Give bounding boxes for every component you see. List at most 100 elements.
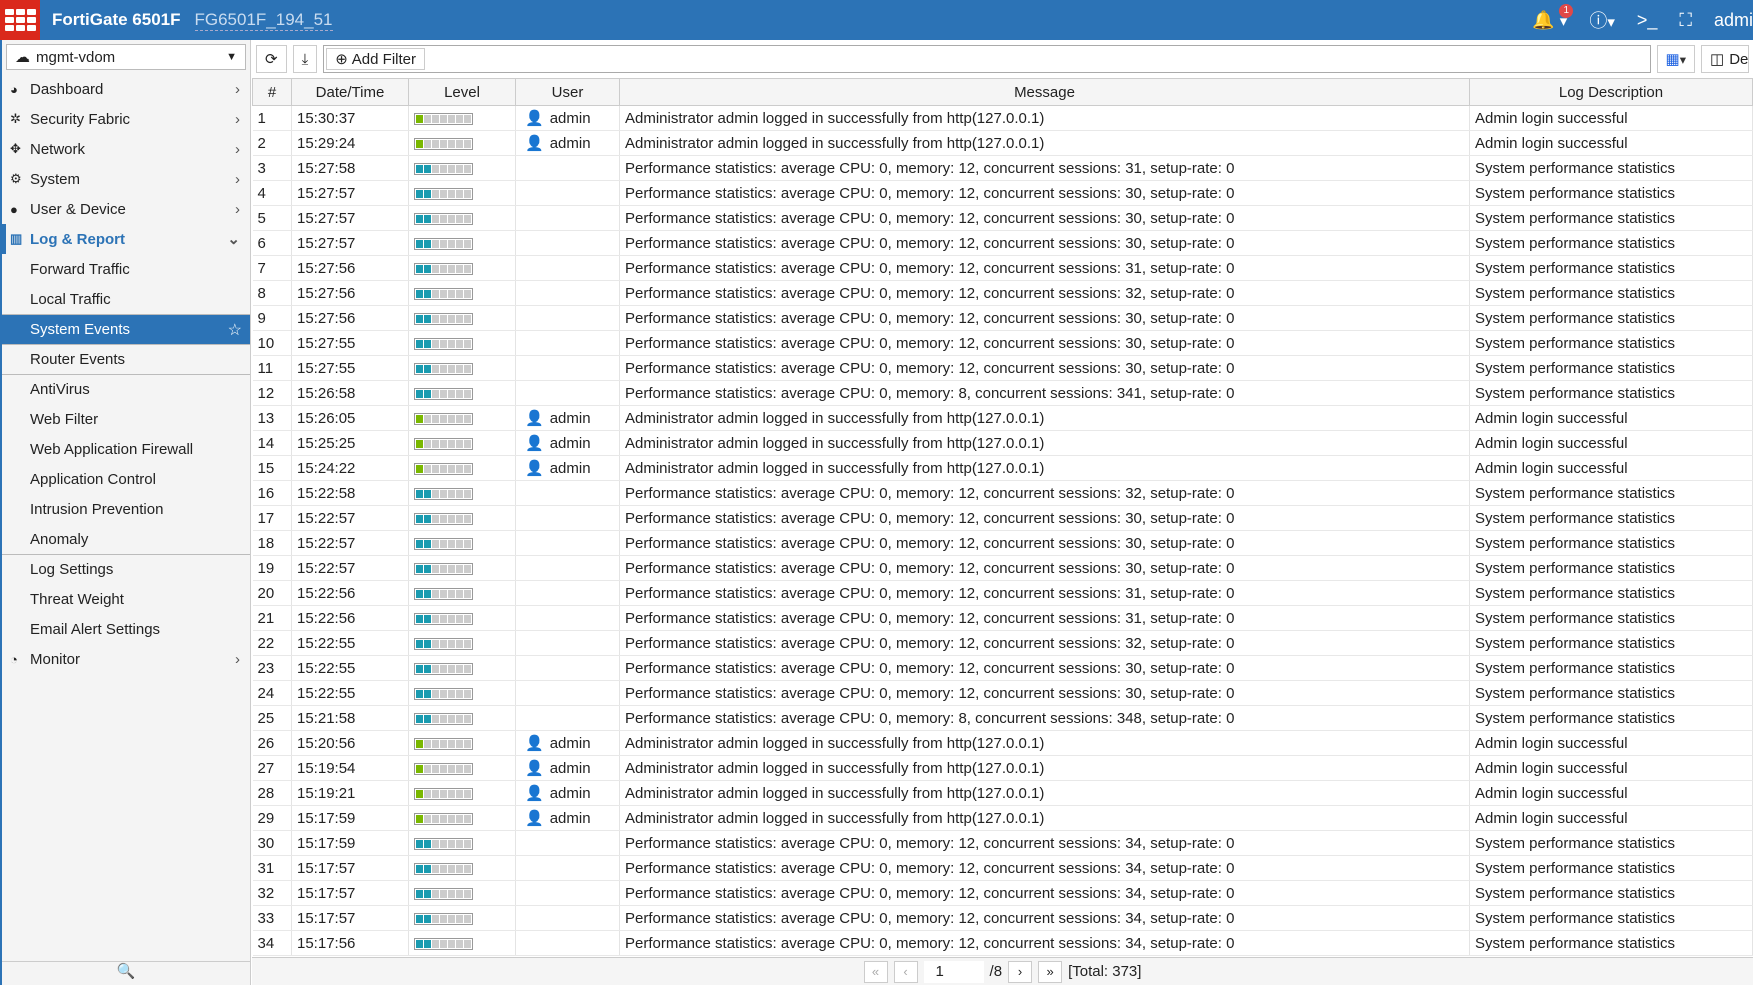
sidebar-item-user-device[interactable]: ● User & Device › xyxy=(2,194,250,224)
prev-page-button[interactable]: ‹ xyxy=(893,960,918,983)
filter-bar[interactable]: ⊕ Add Filter xyxy=(323,45,1651,73)
first-page-button[interactable]: « xyxy=(863,960,888,983)
row-log-description: System performance statistics xyxy=(1469,880,1753,906)
column-header[interactable]: # xyxy=(252,78,292,106)
table-row[interactable]: 29 15:17:59 👤 admin Administrator admin logg… xyxy=(252,805,1753,831)
table-row[interactable]: 1 15:30:37 👤 admin Administrator admin logge… xyxy=(252,105,1753,131)
row-message: Administrator admin logged in successful… xyxy=(619,730,1470,756)
download-button[interactable]: ⤓ xyxy=(292,45,318,73)
table-row[interactable]: 16 15:22:58 Performance statistics: averag… xyxy=(252,480,1753,506)
table-row[interactable]: 34 15:17:56 Performance statistics: averag… xyxy=(252,930,1753,956)
sidebar-subitem-email-alert-settings[interactable]: Email Alert Settings xyxy=(2,614,250,644)
sidebar-subitem-web-filter[interactable]: Web Filter xyxy=(2,404,250,434)
table-row[interactable]: 22 15:22:55 Performance statistics: averag… xyxy=(252,630,1753,656)
row-level xyxy=(408,180,516,206)
table-row[interactable]: 33 15:17:57 Performance statistics: averag… xyxy=(252,905,1753,931)
table-row[interactable]: 21 15:22:56 Performance statistics: averag… xyxy=(252,605,1753,631)
table-row[interactable]: 9 15:27:56 Performance statistics: average… xyxy=(252,305,1753,331)
row-user xyxy=(515,480,620,506)
table-row[interactable]: 5 15:27:57 Performance statistics: average… xyxy=(252,205,1753,231)
table-row[interactable]: 2 15:29:24 👤 admin Administrator admin logge… xyxy=(252,130,1753,156)
table-row[interactable]: 15 15:24:22 👤 admin Administrator admin logg… xyxy=(252,455,1753,481)
sidebar-subitem-intrusion-prevention[interactable]: Intrusion Prevention xyxy=(2,494,250,524)
help-icon[interactable]: ⓘ▾ xyxy=(1589,7,1615,33)
table-row[interactable]: 13 15:26:05 👤 admin Administrator admin logg… xyxy=(252,405,1753,431)
table-row[interactable]: 32 15:17:57 Performance statistics: averag… xyxy=(252,880,1753,906)
user-menu[interactable]: admi xyxy=(1714,10,1753,31)
sidebar-subitem-antivirus[interactable]: AntiVirus xyxy=(2,374,250,404)
table-row[interactable]: 6 15:27:57 Performance statistics: average… xyxy=(252,230,1753,256)
row-message: Performance statistics: average CPU: 0, … xyxy=(619,505,1470,531)
table-row[interactable]: 3 15:27:58 Performance statistics: average… xyxy=(252,155,1753,181)
sidebar-subitem-application-control[interactable]: Application Control xyxy=(2,464,250,494)
table-row[interactable]: 17 15:22:57 Performance statistics: averag… xyxy=(252,505,1753,531)
row-number: 30 xyxy=(252,830,292,856)
row-user xyxy=(515,305,620,331)
table-row[interactable]: 26 15:20:56 👤 admin Administrator admin logg… xyxy=(252,730,1753,756)
table-row[interactable]: 7 15:27:56 Performance statistics: average… xyxy=(252,255,1753,281)
sidebar-item-dashboard[interactable]: ◕ Dashboard › xyxy=(2,74,250,104)
row-user xyxy=(515,280,620,306)
level-bar xyxy=(414,262,473,275)
sidebar-subitem-system-events[interactable]: System Events ☆ xyxy=(2,314,250,344)
sidebar-subitem-anomaly[interactable]: Anomaly xyxy=(2,524,250,554)
table-row[interactable]: 11 15:27:55 Performance statistics: averag… xyxy=(252,355,1753,381)
sidebar-search-button[interactable]: 🔍 xyxy=(2,961,250,985)
row-user xyxy=(515,255,620,281)
table-row[interactable]: 20 15:22:56 Performance statistics: averag… xyxy=(252,580,1753,606)
row-log-description: System performance statistics xyxy=(1469,230,1753,256)
fortinet-logo[interactable] xyxy=(0,0,40,40)
sidebar-subitem-log-settings[interactable]: Log Settings xyxy=(2,554,250,584)
table-row[interactable]: 8 15:27:56 Performance statistics: average… xyxy=(252,280,1753,306)
details-button[interactable]: ◫Deta xyxy=(1701,45,1749,73)
table-row[interactable]: 14 15:25:25 👤 admin Administrator admin logg… xyxy=(252,430,1753,456)
table-row[interactable]: 4 15:27:57 Performance statistics: average… xyxy=(252,180,1753,206)
star-icon[interactable]: ☆ xyxy=(228,320,242,340)
table-row[interactable]: 19 15:22:57 Performance statistics: averag… xyxy=(252,555,1753,581)
add-filter-button[interactable]: ⊕ Add Filter xyxy=(326,48,425,70)
row-message: Administrator admin logged in successful… xyxy=(619,780,1470,806)
column-header[interactable]: User xyxy=(515,78,620,106)
table-row[interactable]: 23 15:22:55 Performance statistics: averag… xyxy=(252,655,1753,681)
table-row[interactable]: 25 15:21:58 Performance statistics: averag… xyxy=(252,705,1753,731)
log-source-dropdown[interactable]: ▦ ▾ xyxy=(1656,45,1695,73)
sidebar-item-log-report[interactable]: ▥ Log & Report ⌄ xyxy=(2,224,250,254)
level-bar xyxy=(414,887,473,900)
next-page-button[interactable]: › xyxy=(1008,960,1033,983)
sidebar-subitem-threat-weight[interactable]: Threat Weight xyxy=(2,584,250,614)
table-row[interactable]: 30 15:17:59 Performance statistics: averag… xyxy=(252,830,1753,856)
table-row[interactable]: 12 15:26:58 Performance statistics: averag… xyxy=(252,380,1753,406)
column-header[interactable]: Message xyxy=(619,78,1470,106)
sidebar-subitem-router-events[interactable]: Router Events xyxy=(2,344,250,374)
row-message: Performance statistics: average CPU: 0, … xyxy=(619,205,1470,231)
row-user xyxy=(515,180,620,206)
table-row[interactable]: 10 15:27:55 Performance statistics: averag… xyxy=(252,330,1753,356)
last-page-button[interactable]: » xyxy=(1038,960,1063,983)
vdom-selector[interactable]: ☁ mgmt-vdom ▼ xyxy=(6,44,246,70)
sidebar-item-network[interactable]: ✥ Network › xyxy=(2,134,250,164)
sidebar-item-security-fabric[interactable]: ✲ Security Fabric › xyxy=(2,104,250,134)
page-input[interactable]: 1 xyxy=(923,960,984,983)
sidebar-subitem-local-traffic[interactable]: Local Traffic xyxy=(2,284,250,314)
column-header[interactable]: Log Description xyxy=(1469,78,1753,106)
level-bar xyxy=(414,312,473,325)
sidebar-subitem-web-application-firewall[interactable]: Web Application Firewall xyxy=(2,434,250,464)
column-header[interactable]: Level xyxy=(408,78,516,106)
table-row[interactable]: 24 15:22:55 Performance statistics: averag… xyxy=(252,680,1753,706)
sidebar-item-monitor[interactable]: ◔ Monitor › xyxy=(2,644,250,674)
row-datetime: 15:17:56 xyxy=(291,930,409,956)
fullscreen-icon[interactable]: ⛶ xyxy=(1679,10,1692,31)
refresh-button[interactable]: ⟳ xyxy=(256,45,287,73)
row-datetime: 15:22:57 xyxy=(291,505,409,531)
table-row[interactable]: 28 15:19:21 👤 admin Administrator admin logg… xyxy=(252,780,1753,806)
bell-icon[interactable]: 🔔 1 ▾ xyxy=(1532,3,1574,31)
sidebar-item-system[interactable]: ⚙ System › xyxy=(2,164,250,194)
table-row[interactable]: 18 15:22:57 Performance statistics: averag… xyxy=(252,530,1753,556)
table-row[interactable]: 27 15:19:54 👤 admin Administrator admin logg… xyxy=(252,755,1753,781)
sidebar-subitem-forward-traffic[interactable]: Forward Traffic xyxy=(2,254,250,284)
cli-console-icon[interactable]: >_ xyxy=(1637,10,1658,31)
table-row[interactable]: 31 15:17:57 Performance statistics: averag… xyxy=(252,855,1753,881)
row-level xyxy=(408,230,516,256)
hostname[interactable]: FG6501F_194_51 xyxy=(194,10,333,31)
column-header[interactable]: Date/Time xyxy=(291,78,409,106)
